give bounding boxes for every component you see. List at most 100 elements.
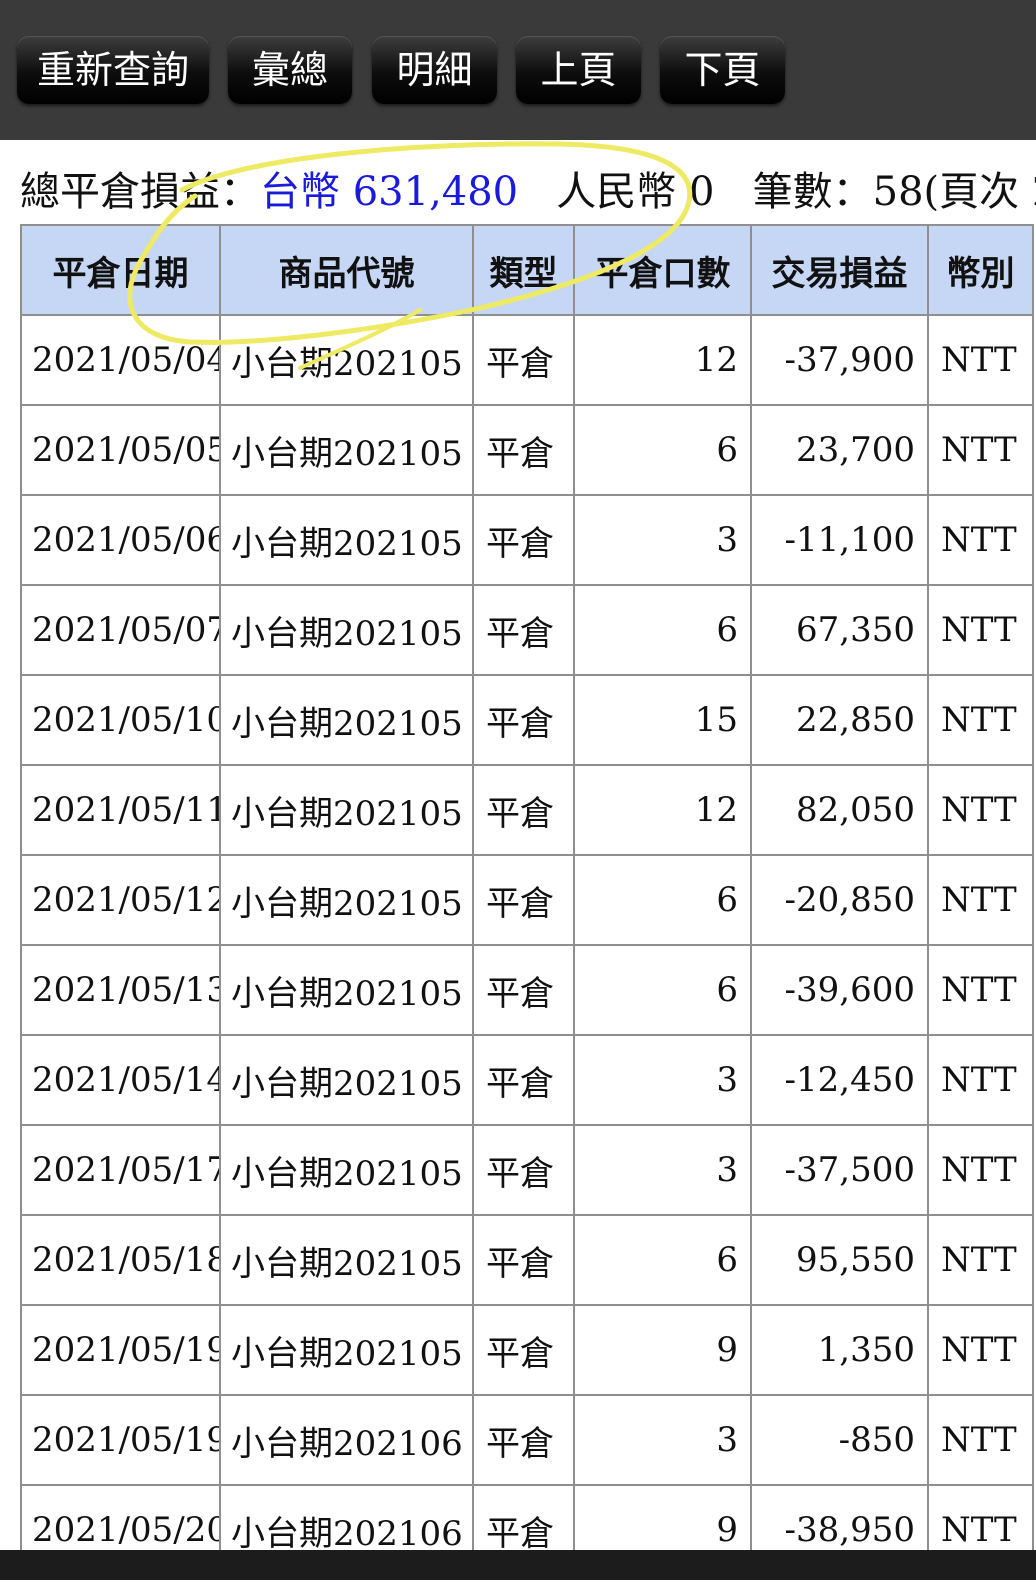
product-name: 小台期 <box>231 703 333 744</box>
product-contract-month: 202106 <box>333 1513 463 1551</box>
product-code-cell: 小台期202105 <box>219 584 474 676</box>
trade-pl-cell: 82,050 <box>750 764 929 856</box>
table-row[interactable]: 2021/05/06 小台期202105 平倉 3 -11,100 NTT <box>20 494 1034 586</box>
table-row[interactable]: 2021/05/17 小台期202105 平倉 3 -37,500 NTT <box>20 1124 1034 1216</box>
product-contract-month: 202105 <box>333 703 463 744</box>
close-date-cell: 2021/05/19 <box>20 1304 221 1396</box>
product-name: 小台期 <box>231 793 333 834</box>
currency-cell: NTT <box>927 404 1034 496</box>
product-code-cell: 小台期202105 <box>219 944 474 1036</box>
table-row[interactable]: 2021/05/04 小台期202105 平倉 12 -37,900 NTT <box>20 314 1034 406</box>
table-row[interactable]: 2021/05/18 小台期202105 平倉 6 95,550 NTT <box>20 1214 1034 1306</box>
close-date-cell: 2021/05/20 <box>20 1484 221 1550</box>
product-name: 小台期 <box>231 1333 333 1374</box>
col-header-currency[interactable]: 幣別 <box>927 224 1034 316</box>
close-qty-cell: 6 <box>573 944 752 1036</box>
table-row[interactable]: 2021/05/11 小台期202105 平倉 12 82,050 NTT <box>20 764 1034 856</box>
product-code-cell: 小台期202105 <box>219 494 474 586</box>
trade-pl-cell: -37,900 <box>750 314 929 406</box>
col-header-close-date[interactable]: 平倉日期 <box>20 224 221 316</box>
currency-cell: NTT <box>927 494 1034 586</box>
type-cell: 平倉 <box>472 1304 575 1396</box>
close-qty-cell: 6 <box>573 1214 752 1306</box>
trade-pl-cell: 67,350 <box>750 584 929 676</box>
type-cell: 平倉 <box>472 944 575 1036</box>
currency-cell: NTT <box>927 944 1034 1036</box>
product-code-cell: 小台期202105 <box>219 1304 474 1396</box>
product-name: 小台期 <box>231 883 333 924</box>
next-page-button[interactable]: 下頁 <box>660 36 785 104</box>
currency-cell: NTT <box>927 314 1034 406</box>
table-row[interactable]: 2021/05/20 小台期202106 平倉 9 -38,950 NTT <box>20 1484 1034 1551</box>
table-row[interactable]: 2021/05/12 小台期202105 平倉 6 -20,850 NTT <box>20 854 1034 946</box>
type-cell: 平倉 <box>472 1214 575 1306</box>
close-qty-cell: 6 <box>573 584 752 676</box>
col-header-type[interactable]: 類型 <box>472 224 575 316</box>
table-row[interactable]: 2021/05/19 小台期202105 平倉 9 1,350 NTT <box>20 1304 1034 1396</box>
currency-cell: NTT <box>927 764 1034 856</box>
currency-cell: NTT <box>927 854 1034 946</box>
col-header-close-qty[interactable]: 平倉口數 <box>573 224 752 316</box>
table-row[interactable]: 2021/05/07 小台期202105 平倉 6 67,350 NTT <box>20 584 1034 676</box>
close-date-cell: 2021/05/18 <box>20 1214 221 1306</box>
type-cell: 平倉 <box>472 1484 575 1550</box>
prev-page-button[interactable]: 上頁 <box>516 36 641 104</box>
cny-value: 0 <box>689 169 715 215</box>
type-cell: 平倉 <box>472 1394 575 1486</box>
type-cell: 平倉 <box>472 674 575 766</box>
close-date-cell: 2021/05/12 <box>20 854 221 946</box>
product-contract-month: 202105 <box>333 523 463 564</box>
product-code-cell: 小台期202106 <box>219 1394 474 1486</box>
product-code-cell: 小台期202106 <box>219 1484 474 1551</box>
trade-pl-cell: -12,450 <box>750 1034 929 1126</box>
requery-button[interactable]: 重新查詢 <box>17 36 209 104</box>
product-contract-month: 202105 <box>333 793 463 834</box>
close-qty-cell: 6 <box>573 854 752 946</box>
twd-value: 631,480 <box>352 169 519 215</box>
currency-cell: NTT <box>927 1484 1034 1550</box>
trade-pl-cell: 1,350 <box>750 1304 929 1396</box>
close-date-cell: 2021/05/11 <box>20 764 221 856</box>
trade-pl-cell: -38,950 <box>750 1484 929 1550</box>
type-cell: 平倉 <box>472 764 575 856</box>
close-date-cell: 2021/05/04 <box>20 314 221 406</box>
product-contract-month: 202105 <box>333 1153 463 1194</box>
col-header-trade-pl[interactable]: 交易損益 <box>750 224 929 316</box>
table-row[interactable]: 2021/05/19 小台期202106 平倉 3 -850 NTT <box>20 1394 1034 1486</box>
product-name: 小台期 <box>231 1423 333 1464</box>
summary-button[interactable]: 彙總 <box>228 36 352 104</box>
trade-pl-cell: -20,850 <box>750 854 929 946</box>
close-qty-cell: 3 <box>573 494 752 586</box>
close-date-cell: 2021/05/19 <box>20 1394 221 1486</box>
product-contract-month: 202105 <box>333 1243 463 1284</box>
total-pl-label: 總平倉損益： <box>20 169 260 215</box>
table-row[interactable]: 2021/05/10 小台期202105 平倉 15 22,850 NTT <box>20 674 1034 766</box>
type-cell: 平倉 <box>472 1124 575 1216</box>
product-name: 小台期 <box>231 343 333 384</box>
currency-cell: NTT <box>927 1034 1034 1126</box>
product-contract-month: 202106 <box>333 1423 463 1464</box>
col-header-product-code[interactable]: 商品代號 <box>219 224 474 316</box>
currency-cell: NTT <box>927 1394 1034 1486</box>
count-label: 筆數： <box>752 169 873 215</box>
close-qty-cell: 12 <box>573 314 752 406</box>
product-name: 小台期 <box>231 523 333 564</box>
type-cell: 平倉 <box>472 404 575 496</box>
table-row[interactable]: 2021/05/14 小台期202105 平倉 3 -12,450 NTT <box>20 1034 1034 1126</box>
type-cell: 平倉 <box>472 494 575 586</box>
close-qty-cell: 6 <box>573 404 752 496</box>
trade-pl-cell: -850 <box>750 1394 929 1486</box>
table-row[interactable]: 2021/05/13 小台期202105 平倉 6 -39,600 NTT <box>20 944 1034 1036</box>
type-cell: 平倉 <box>472 1034 575 1126</box>
results-table-container[interactable]: 平倉日期 商品代號 類型 平倉口數 交易損益 幣別 2021/05/04 小台期2… <box>20 224 1036 1550</box>
close-qty-cell: 3 <box>573 1394 752 1486</box>
product-code-cell: 小台期202105 <box>219 1034 474 1126</box>
product-name: 小台期 <box>231 973 333 1014</box>
close-qty-cell: 9 <box>573 1484 752 1550</box>
currency-cell: NTT <box>927 674 1034 766</box>
detail-button[interactable]: 明細 <box>372 36 497 104</box>
summary-line: 總平倉損益：台幣 631,480 人民幣 0 筆數：58(頁次 2 <box>20 164 1036 220</box>
product-code-cell: 小台期202105 <box>219 1214 474 1306</box>
product-name: 小台期 <box>231 1243 333 1284</box>
table-row[interactable]: 2021/05/05 小台期202105 平倉 6 23,700 NTT <box>20 404 1034 496</box>
